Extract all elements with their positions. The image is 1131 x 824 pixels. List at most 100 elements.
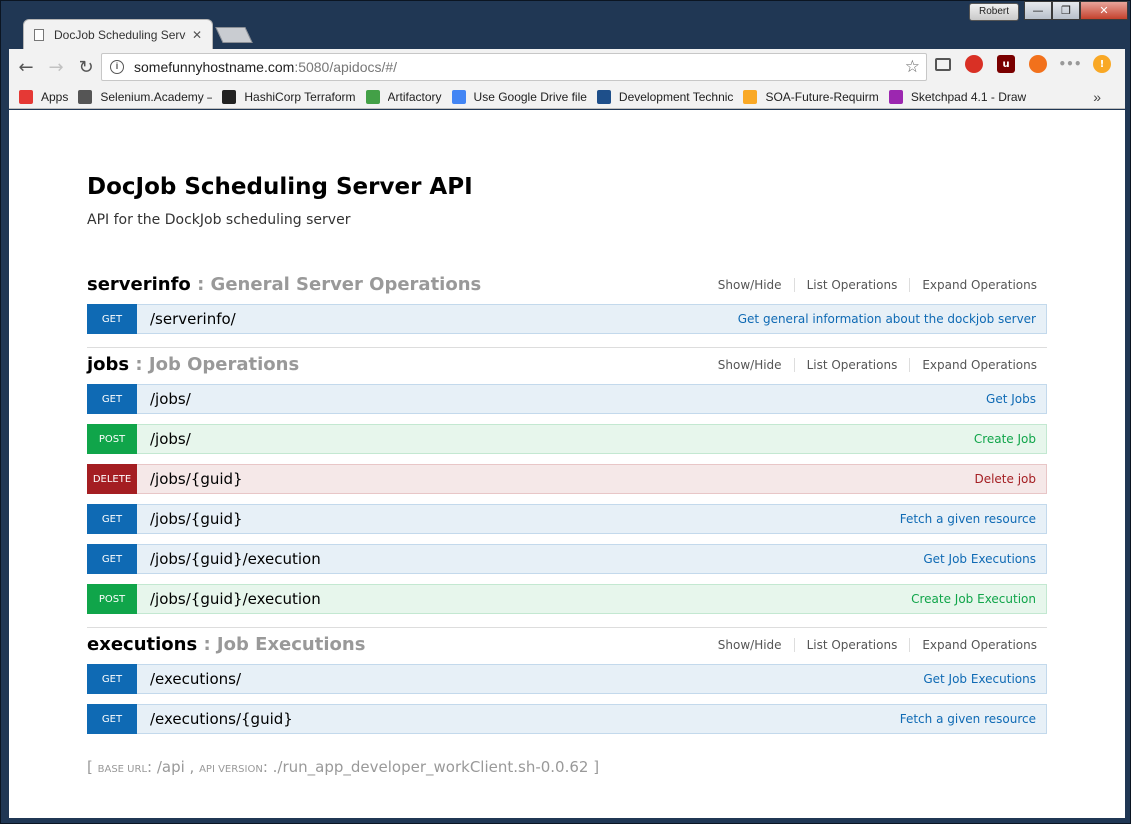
expand-operations-link[interactable]: Expand Operations (910, 358, 1037, 372)
bookmark-label: Apps (41, 89, 69, 104)
operation-summary[interactable]: Fetch a given resource (900, 512, 1036, 526)
operation-row[interactable]: GET/executions/{guid} Fetch a given resou… (87, 704, 1047, 734)
operation-row[interactable]: GET/jobs/{guid} Fetch a given resource (87, 504, 1047, 534)
tab-close-icon[interactable]: ✕ (192, 28, 202, 42)
apps-grid-icon (19, 89, 33, 104)
operation-summary[interactable]: Create Job Execution (911, 592, 1036, 606)
sketchpad-icon (888, 89, 903, 104)
resource-heading: executions : Job Executions Show/Hide List… (87, 634, 1047, 664)
operation-summary[interactable]: Get Job Executions (923, 672, 1036, 686)
http-method-badge[interactable]: GET (87, 504, 137, 534)
page-viewport: DocJob Scheduling Server API API for the… (9, 110, 1125, 818)
resource-description: : General Server Operations (197, 274, 482, 295)
bookmark-item[interactable]: Sketchpad 4.1 - Draw (888, 89, 1026, 104)
extension-icons: u ••• ! (935, 55, 1125, 73)
operation-row[interactable]: POST/jobs/{guid}/execution Create Job Exe… (87, 584, 1047, 614)
browser-window: Robert — ❐ ✕ DocJob Scheduling Serve ✕ ←… (0, 0, 1131, 824)
cast-icon[interactable] (935, 57, 951, 71)
selenium-icon (78, 89, 93, 104)
resource-jobs: jobs : Job Operations Show/Hide List Opera… (87, 354, 1047, 624)
http-method-badge[interactable]: POST (87, 584, 137, 614)
operation-row[interactable]: GET/jobs/Get Jobs (87, 384, 1047, 414)
resource-name-link[interactable]: jobs : Job Operations (87, 354, 299, 375)
http-method-badge[interactable]: GET (87, 384, 137, 414)
tab-active[interactable]: DocJob Scheduling Serve ✕ (23, 19, 213, 49)
address-bar[interactable]: i somefunnyhostname.com:5080/apidocs/#/ … (101, 53, 927, 81)
show-hide-link[interactable]: Show/Hide (706, 278, 795, 292)
window-controls: — ❐ ✕ (1024, 1, 1128, 21)
resource-divider (87, 347, 1047, 348)
resource-heading: jobs : Job Operations Show/Hide List Opera… (87, 354, 1047, 384)
operation-path[interactable]: /jobs/{guid} (150, 510, 243, 528)
operation-path[interactable]: /jobs/{guid}/execution (150, 550, 321, 568)
http-method-badge[interactable]: GET (87, 304, 137, 334)
http-method-badge[interactable]: GET (87, 704, 137, 734)
operation-path[interactable]: /jobs/{guid}/execution (150, 590, 321, 608)
new-tab-button[interactable] (215, 27, 253, 43)
info-icon[interactable]: i (110, 60, 124, 74)
close-window-button[interactable]: ✕ (1080, 1, 1128, 20)
show-hide-link[interactable]: Show/Hide (706, 358, 795, 372)
list-operations-link[interactable]: List Operations (795, 358, 911, 372)
chrome-menu-warning-icon[interactable]: ! (1093, 55, 1111, 73)
operation-summary[interactable]: Delete job (974, 472, 1036, 486)
back-button[interactable]: ← (13, 54, 39, 80)
forward-button[interactable]: → (43, 54, 69, 80)
resource-name-link[interactable]: serverinfo : General Server Operations (87, 274, 481, 295)
resource-actions: Show/Hide List Operations Expand Operation… (706, 278, 1037, 292)
http-method-badge[interactable]: POST (87, 424, 137, 454)
bookmarks-overflow-icon[interactable]: » (1093, 89, 1101, 105)
bookmark-item[interactable]: Selenium.Academy – (78, 89, 212, 104)
operation-path[interactable]: /jobs/ (150, 430, 191, 448)
url-path: :5080/apidocs/#/ (294, 59, 398, 75)
bookmark-star-icon[interactable]: ☆ (905, 57, 920, 77)
show-hide-link[interactable]: Show/Hide (706, 638, 795, 652)
reload-button[interactable]: ↻ (73, 54, 99, 80)
list-operations-link[interactable]: List Operations (795, 638, 911, 652)
bookmark-label: Development Technic (618, 89, 734, 104)
operation-path[interactable]: /executions/{guid} (150, 710, 293, 728)
operation-row[interactable]: DELETE/jobs/{guid} Delete job (87, 464, 1047, 494)
ublock-icon[interactable]: u (997, 55, 1015, 73)
list-operations-link[interactable]: List Operations (795, 278, 911, 292)
operation-summary[interactable]: Get general information about the dockjo… (738, 312, 1036, 326)
bookmark-item[interactable]: Development Technic (596, 89, 734, 104)
operation-summary[interactable]: Get Job Executions (923, 552, 1036, 566)
dollar-icon (743, 89, 758, 104)
resource-name-link[interactable]: executions : Job Executions (87, 634, 365, 655)
expand-operations-link[interactable]: Expand Operations (910, 278, 1037, 292)
tab-title: DocJob Scheduling Serve (54, 27, 186, 42)
operation-path[interactable]: /jobs/ (150, 390, 191, 408)
resource-actions: Show/Hide List Operations Expand Operation… (706, 638, 1037, 652)
bookmark-item[interactable]: SOA-Future-Requirm (743, 89, 879, 104)
page-icon (34, 28, 44, 41)
extension-orange-icon[interactable] (1029, 55, 1047, 73)
bookmark-item[interactable]: HashiCorp Terraform (222, 89, 356, 104)
maximize-button[interactable]: ❐ (1052, 1, 1080, 20)
footer-open: [ (87, 758, 98, 776)
base-url-label: BASE URL (97, 764, 148, 775)
operation-path[interactable]: /executions/ (150, 670, 241, 688)
profile-badge[interactable]: Robert (969, 3, 1019, 21)
resource-executions: executions : Job Executions Show/Hide List… (87, 634, 1047, 744)
http-method-badge[interactable]: GET (87, 544, 137, 574)
operation-summary[interactable]: Get Jobs (986, 392, 1036, 406)
minimize-button[interactable]: — (1024, 1, 1052, 20)
bookmark-item[interactable]: Artifactory (365, 89, 442, 104)
operation-row[interactable]: GET/serverinfo/Get general information a… (87, 304, 1047, 334)
operation-row[interactable]: GET/jobs/{guid}/execution Get Job Executi… (87, 544, 1047, 574)
operation-summary[interactable]: Fetch a given resource (900, 712, 1036, 726)
operation-row[interactable]: POST/jobs/Create Job (87, 424, 1047, 454)
http-method-badge[interactable]: GET (87, 664, 137, 694)
extension-red-icon[interactable] (965, 55, 983, 73)
bookmark-item[interactable]: Apps (19, 89, 69, 104)
operation-row[interactable]: GET/executions/Get Job Executions (87, 664, 1047, 694)
extension-dots-icon[interactable]: ••• (1059, 55, 1082, 73)
bookmark-label: Artifactory (387, 89, 442, 104)
operation-path[interactable]: /serverinfo/ (150, 310, 236, 328)
operation-summary[interactable]: Create Job (974, 432, 1036, 446)
expand-operations-link[interactable]: Expand Operations (910, 638, 1037, 652)
http-method-badge[interactable]: DELETE (87, 464, 137, 494)
bookmark-item[interactable]: Use Google Drive file (451, 89, 587, 104)
operation-path[interactable]: /jobs/{guid} (150, 470, 243, 488)
